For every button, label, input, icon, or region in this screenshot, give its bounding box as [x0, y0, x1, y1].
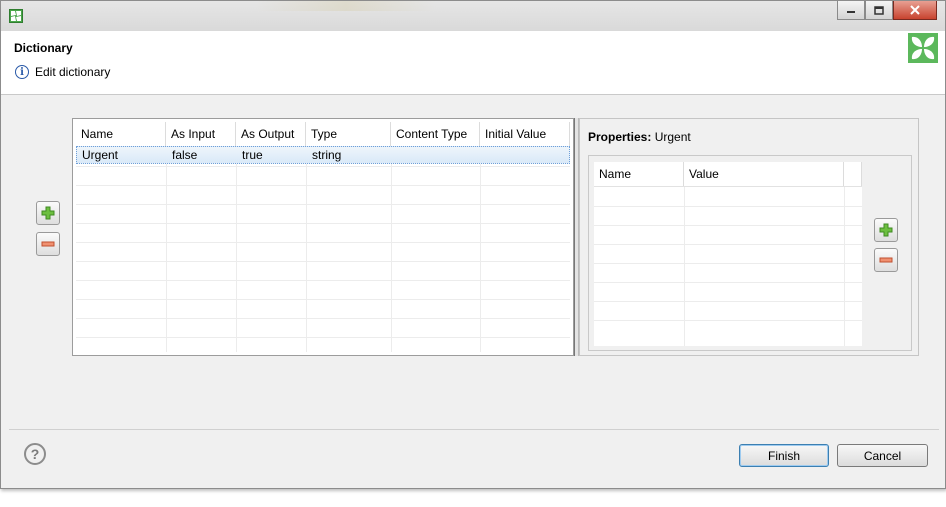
- grid-line: [76, 204, 570, 205]
- grid-line: [594, 263, 862, 264]
- properties-label: Properties: Urgent: [588, 130, 691, 144]
- minus-icon: [41, 241, 55, 247]
- grid-line: [76, 166, 570, 167]
- add-property-button[interactable]: [874, 218, 898, 242]
- grid-line: [76, 185, 570, 186]
- dialog-title: Dictionary: [14, 41, 73, 55]
- column-header-as-output[interactable]: As Output: [236, 122, 306, 146]
- column-header-initial-value[interactable]: Initial Value: [480, 122, 570, 146]
- grid-line: [684, 187, 685, 346]
- grid-line: [76, 242, 570, 243]
- property-column-name[interactable]: Name: [594, 162, 684, 186]
- close-button[interactable]: [893, 1, 937, 20]
- grid-line: [594, 320, 862, 321]
- cell-as-input[interactable]: false: [172, 148, 197, 162]
- info-icon: i: [15, 65, 29, 79]
- grid-line: [391, 147, 392, 352]
- property-column-value[interactable]: Value: [684, 162, 844, 186]
- grid-line: [594, 282, 862, 283]
- finish-button[interactable]: Finish: [739, 444, 829, 467]
- grid-line: [594, 301, 862, 302]
- column-header-content-type[interactable]: Content Type: [391, 122, 480, 146]
- minimize-button[interactable]: [837, 1, 865, 20]
- minus-icon: [879, 257, 893, 263]
- background-blur: [256, 1, 436, 11]
- properties-prefix: Properties:: [588, 130, 652, 144]
- cancel-button[interactable]: Cancel: [837, 444, 928, 467]
- cell-name[interactable]: Urgent: [82, 148, 118, 162]
- dictionary-dialog: Dictionary i Edit dictionary Name As Inp…: [0, 0, 946, 489]
- grid-line: [76, 318, 570, 319]
- grid-line: [76, 261, 570, 262]
- grid-line: [594, 206, 862, 207]
- maximize-button[interactable]: [865, 1, 893, 20]
- footer-divider: [9, 429, 939, 430]
- help-icon[interactable]: ?: [24, 443, 46, 465]
- cell-as-output[interactable]: true: [242, 148, 263, 162]
- grid-line: [480, 147, 481, 352]
- add-entry-button[interactable]: [36, 201, 60, 225]
- dialog-subtitle: Edit dictionary: [35, 65, 111, 79]
- plus-icon: [41, 206, 55, 220]
- cell-type[interactable]: string: [312, 148, 341, 162]
- maximize-icon: [874, 5, 884, 15]
- grid-line: [844, 187, 845, 346]
- remove-entry-button[interactable]: [36, 232, 60, 256]
- column-header-name[interactable]: Name: [76, 122, 166, 146]
- app-logo: [908, 33, 938, 63]
- plus-icon: [879, 223, 893, 237]
- properties-panel: Properties: Urgent Name Value: [579, 118, 919, 356]
- grid-line: [594, 244, 862, 245]
- minimize-icon: [847, 11, 855, 13]
- remove-property-button[interactable]: [874, 248, 898, 272]
- properties-table[interactable]: Name Value: [594, 162, 862, 346]
- properties-group: Name Value: [588, 155, 912, 351]
- window-titlebar[interactable]: [1, 1, 945, 31]
- dictionary-entries-table[interactable]: Name As Input As Output Type Content Typ…: [72, 118, 574, 356]
- grid-line: [166, 147, 167, 352]
- close-icon: [910, 5, 920, 15]
- grid-line: [76, 337, 570, 338]
- column-header-type[interactable]: Type: [306, 122, 391, 146]
- app-icon: [9, 9, 23, 23]
- grid-line: [76, 280, 570, 281]
- grid-line: [594, 225, 862, 226]
- grid-line: [236, 147, 237, 352]
- header-divider: [594, 186, 862, 187]
- column-header-as-input[interactable]: As Input: [166, 122, 236, 146]
- dialog-header: Dictionary i Edit dictionary: [1, 31, 945, 95]
- grid-line: [306, 147, 307, 352]
- properties-selected: Urgent: [654, 130, 691, 144]
- property-column-filler: [844, 162, 862, 186]
- grid-line: [76, 299, 570, 300]
- grid-line: [76, 223, 570, 224]
